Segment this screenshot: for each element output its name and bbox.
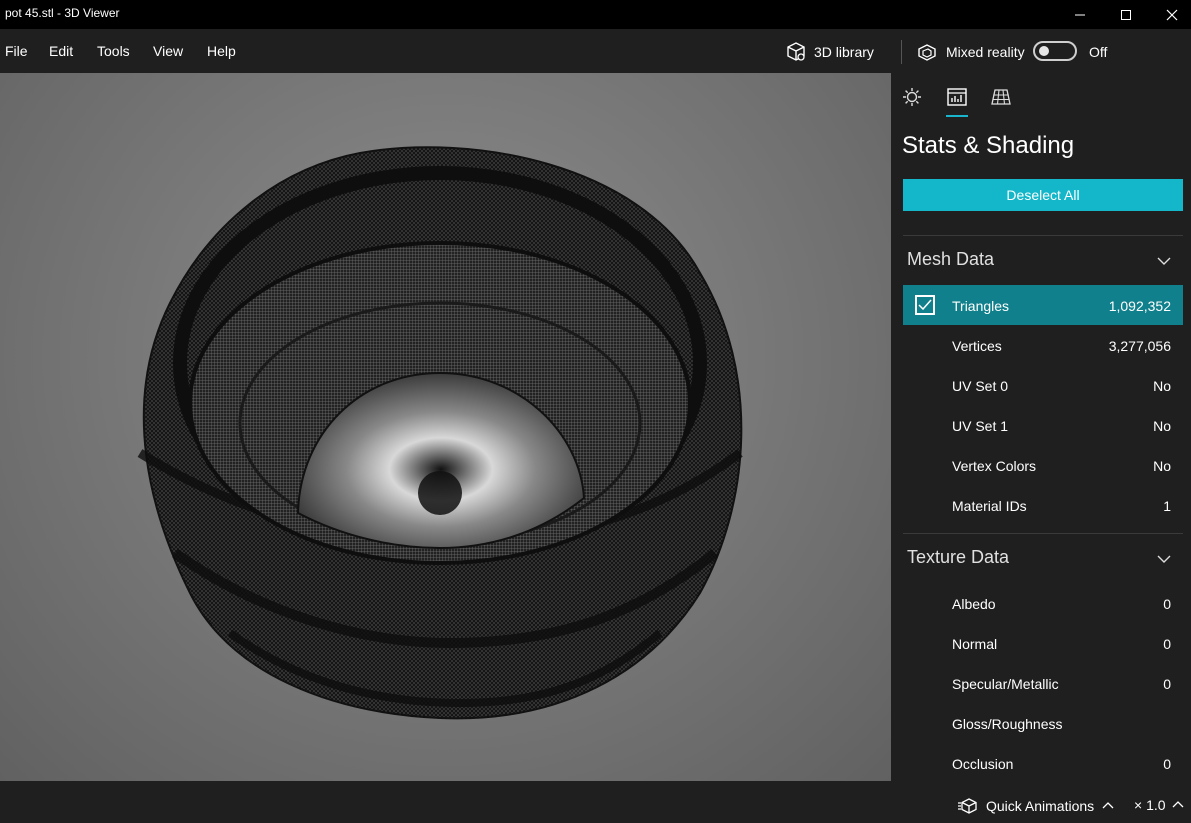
mesh-row-triangles[interactable]: Triangles 1,092,352 (903, 285, 1183, 325)
row-value: 0 (1163, 756, 1171, 772)
texture-data-header[interactable]: Texture Data (907, 547, 1009, 568)
chevron-up-icon (1172, 801, 1183, 808)
mixed-reality-label: Mixed reality (946, 44, 1025, 60)
mesh-row-uv-set-1[interactable]: UV Set 1 No (903, 405, 1183, 445)
minimize-icon (1075, 14, 1085, 15)
texture-row-occlusion[interactable]: Occlusion 0 (903, 743, 1183, 781)
row-value: 0 (1163, 596, 1171, 612)
tab-stats-underline (946, 115, 968, 117)
cube-icon (787, 42, 805, 61)
row-label: Vertices (952, 338, 1002, 354)
quick-animations-label: Quick Animations (986, 798, 1095, 814)
animation-speed-value: × 1.0 (1134, 797, 1166, 813)
row-value: 0 (1163, 636, 1171, 652)
minimize-button[interactable] (1057, 0, 1103, 29)
mesh-data-header[interactable]: Mesh Data (907, 249, 994, 270)
row-value: No (1153, 378, 1171, 394)
stats-panel: Stats & Shading Deselect All Mesh Data T… (891, 73, 1191, 781)
maximize-button[interactable] (1103, 0, 1149, 29)
menu-tools[interactable]: Tools (97, 43, 130, 59)
texture-row-normal[interactable]: Normal 0 (903, 623, 1183, 663)
row-label: Material IDs (952, 498, 1027, 514)
menu-edit[interactable]: Edit (49, 43, 73, 59)
window-title: pot 45.stl - 3D Viewer (5, 6, 120, 20)
mixed-reality-button[interactable]: Mixed reality (916, 40, 1025, 64)
3d-library-label: 3D library (814, 44, 874, 60)
mesh-row-vertices[interactable]: Vertices 3,277,056 (903, 325, 1183, 365)
menu-view[interactable]: View (153, 43, 183, 59)
stats-icon (947, 88, 967, 106)
section-divider (903, 235, 1183, 236)
row-label: UV Set 1 (952, 418, 1009, 434)
grid-icon (991, 89, 1011, 105)
mesh-row-uv-set-0[interactable]: UV Set 0 No (903, 365, 1183, 405)
row-label: Triangles (952, 298, 1010, 314)
row-value: 1,092,352 (1108, 298, 1171, 314)
panel-title: Stats & Shading (902, 132, 1075, 159)
title-bar: pot 45.stl - 3D Viewer (0, 0, 1191, 29)
animation-icon (958, 798, 977, 814)
close-button[interactable] (1149, 0, 1191, 29)
row-label: Specular/Metallic (952, 676, 1059, 692)
row-value: 1 (1163, 498, 1171, 514)
row-label: Albedo (952, 596, 996, 612)
row-value: 0 (1163, 676, 1171, 692)
tab-stats[interactable] (945, 85, 969, 109)
deselect-all-button[interactable]: Deselect All (903, 179, 1183, 211)
chevron-down-icon[interactable] (1156, 253, 1172, 269)
animation-speed-button[interactable]: × 1.0 (1134, 797, 1184, 813)
pot-model-wireframe[interactable] (0, 73, 891, 781)
mesh-row-vertex-colors[interactable]: Vertex Colors No (903, 445, 1183, 485)
checkmark-icon (918, 299, 932, 311)
row-label: Gloss/Roughness (952, 716, 1063, 732)
mixed-reality-icon (918, 44, 936, 61)
texture-row-albedo[interactable]: Albedo 0 (903, 583, 1183, 623)
tab-grid[interactable] (989, 85, 1013, 109)
texture-row-gloss-roughness[interactable]: Gloss/Roughness (903, 703, 1183, 743)
tab-lighting[interactable] (900, 85, 924, 109)
3d-viewport[interactable] (0, 73, 891, 781)
row-value: No (1153, 418, 1171, 434)
mixed-reality-state: Off (1089, 44, 1108, 60)
toolbar-divider (901, 40, 902, 64)
maximize-icon (1121, 9, 1131, 20)
close-icon (1166, 9, 1178, 20)
menu-help[interactable]: Help (207, 43, 236, 59)
row-label: Vertex Colors (952, 458, 1037, 474)
texture-row-specular-metallic[interactable]: Specular/Metallic 0 (903, 663, 1183, 703)
sun-icon (903, 88, 921, 106)
chevron-down-icon[interactable] (1156, 551, 1172, 567)
mixed-reality-toggle[interactable] (1033, 41, 1077, 61)
section-divider (903, 533, 1183, 534)
row-value: No (1153, 458, 1171, 474)
checkbox[interactable] (915, 295, 935, 315)
chevron-up-icon (1102, 802, 1114, 809)
menu-file[interactable]: File (5, 43, 28, 59)
row-label: Normal (952, 636, 998, 652)
status-bar: Quick Animations × 1.0 (0, 781, 1191, 823)
toggle-knob (1039, 46, 1049, 56)
row-value: 3,277,056 (1108, 338, 1171, 354)
3d-library-button[interactable]: 3D library (785, 40, 874, 64)
mesh-row-material-ids[interactable]: Material IDs 1 (903, 485, 1183, 525)
row-label: UV Set 0 (952, 378, 1009, 394)
quick-animations-button[interactable]: Quick Animations (958, 797, 1114, 815)
row-label: Occlusion (952, 756, 1014, 772)
